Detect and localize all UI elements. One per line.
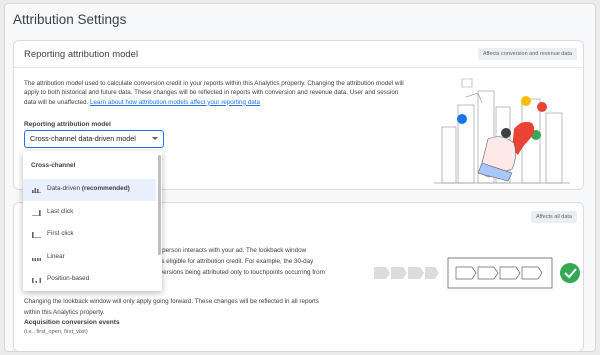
attribution-model-select[interactable]: Cross-channel data-driven model [24, 130, 164, 148]
settings-page: Attribution Settings Reporting attributi… [4, 3, 596, 352]
attribution-model-dropdown: Cross-channel Data-driven (recommended) … [23, 151, 162, 291]
lookback-illustration [374, 257, 580, 289]
linear-icon [32, 258, 41, 261]
card-description: The attribution model used to calculate … [24, 80, 404, 106]
attribution-illustration [434, 78, 570, 184]
dropdown-caret-icon [152, 137, 158, 140]
lookback-note: Changing the lookback window will only a… [24, 298, 319, 316]
dropdown-item-last-click[interactable]: Last click [23, 202, 156, 224]
bar-chart-icon [32, 188, 41, 193]
learn-more-link[interactable]: Learn about how attribution models affec… [90, 99, 260, 106]
dropdown-group-header: Cross-channel [31, 162, 76, 169]
lookback-description: r a person interacts with your ad. The l… [153, 247, 325, 276]
last-click-icon [32, 210, 41, 216]
card-header: Reporting attribution model Affects conv… [14, 41, 583, 68]
success-check-icon [560, 263, 580, 283]
card-title: Reporting attribution model [24, 49, 139, 60]
conversion-events-hint: (i.e., first_open, first_visit) [24, 329, 88, 335]
dropdown-item-position-based[interactable]: Position-based [23, 269, 156, 291]
position-based-icon [32, 278, 41, 283]
dropdown-item-first-click[interactable]: First click [23, 224, 156, 246]
dropdown-scrollbar[interactable] [158, 155, 161, 255]
first-click-icon [32, 232, 41, 238]
affects-chip: Affects conversion and revenue data [477, 48, 577, 60]
affects-chip: Affects all data [531, 211, 577, 223]
dropdown-item-linear[interactable]: Linear [23, 247, 156, 269]
dropdown-item-data-driven[interactable]: Data-driven (recommended) [23, 179, 156, 201]
page-title: Attribution Settings [13, 12, 127, 27]
conversion-events-label: Acquisition conversion events [24, 319, 120, 326]
field-label: Reporting attribution model [24, 121, 111, 128]
